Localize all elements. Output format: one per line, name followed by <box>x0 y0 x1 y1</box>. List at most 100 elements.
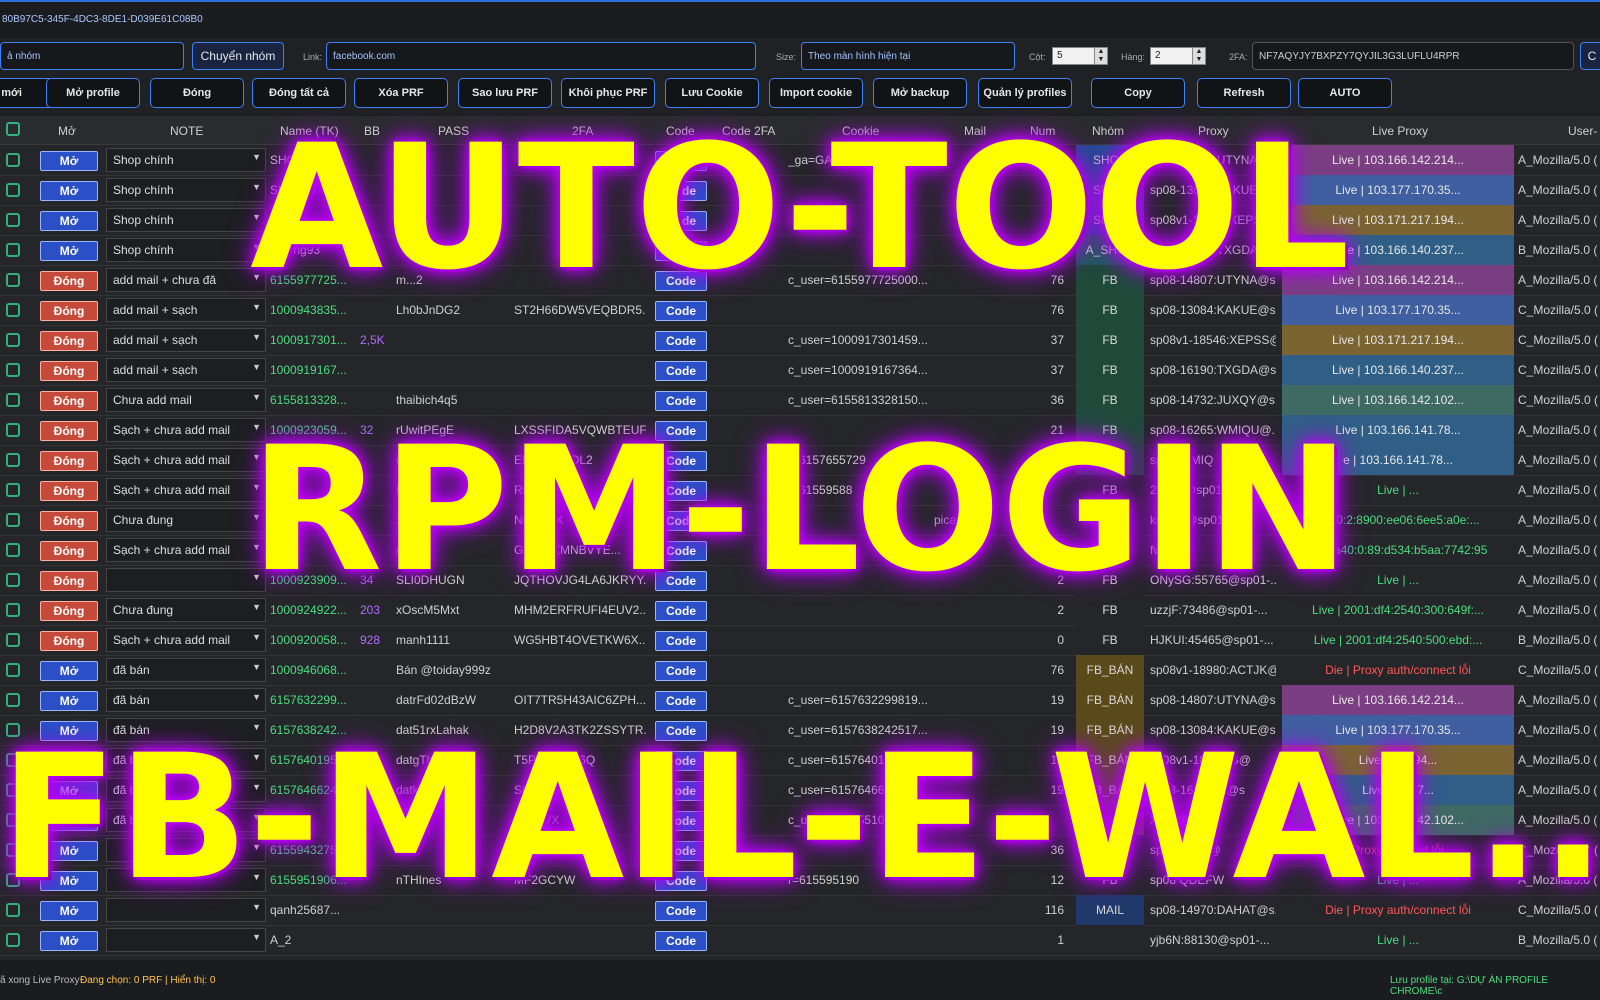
row-checkbox[interactable] <box>6 393 20 407</box>
row-checkbox[interactable] <box>6 663 20 677</box>
note-dropdown[interactable]: đã bán ▼ <box>106 658 266 682</box>
note-dropdown[interactable]: add mail + sạch ▼ <box>106 328 266 352</box>
cell-nhom: FB <box>1076 355 1144 385</box>
cell-num: 1 <box>1057 933 1064 947</box>
row-checkbox[interactable] <box>6 303 20 317</box>
cell-proxy: sp08-16190:TXGDA@s... <box>1150 363 1276 377</box>
cell-num: 76 <box>1050 663 1064 677</box>
toolbar-button[interactable]: Import cookie <box>769 78 863 108</box>
cell-pass: datrFd02dBzW <box>396 693 477 707</box>
table-row[interactable]: Mở ▼ A_2 Code 1 yjb6N:88130@sp01-... Live | ..… <box>0 925 1600 956</box>
close-profile-button[interactable]: Đóng <box>40 361 98 381</box>
window-id: 80B97C5-345F-4DC3-8DE1-D039E61C08B0 <box>2 14 203 25</box>
cell-cookie: c_user=6157632299819... <box>788 693 928 707</box>
get-code-button[interactable]: Code <box>655 391 707 411</box>
close-profile-button[interactable]: Đóng <box>40 601 98 621</box>
open-profile-button[interactable]: Mở <box>40 931 98 951</box>
stepper-arrows-icon[interactable]: ▲ ▼ <box>1094 48 1107 64</box>
table-row[interactable]: Đóng add mail + sạch ▼ 1000919167... Code c_u… <box>0 355 1600 386</box>
cell-user-agent: C_Mozilla/5.0 ( <box>1518 663 1599 677</box>
table-row[interactable]: Đóng Sạch + chưa add mail ▼ 1000920058... 92… <box>0 625 1600 656</box>
toolbar-button[interactable]: Mở profile <box>46 78 140 108</box>
toolbar-button[interactable]: Lưu Cookie <box>665 78 759 108</box>
toolbar-button[interactable]: Đóng tất cả <box>252 78 346 108</box>
overlay-line-3: FB-MAIL-E-WAL.. <box>0 717 1600 918</box>
rows-stepper[interactable]: 2 ▲ ▼ <box>1150 47 1206 65</box>
dropdown-arrow-icon: ▼ <box>252 392 261 402</box>
close-profile-button[interactable]: Đóng <box>40 391 98 411</box>
row-checkbox[interactable] <box>6 633 20 647</box>
cell-name: 1000920058... <box>270 633 346 647</box>
table-row[interactable]: Mở đã bán ▼ 6157632299... datrFd02dBzW OIT7TR… <box>0 685 1600 716</box>
twofa-input[interactable]: NF7AQYJY7BXPZY7QYJIL3G3LUFLU4RPR <box>1252 42 1574 70</box>
overlay-line-2: RPM-LOGIN <box>250 409 1350 610</box>
close-profile-button[interactable]: Đóng <box>40 301 98 321</box>
dropdown-arrow-icon: ▼ <box>252 362 261 372</box>
table-row[interactable]: Mở đã bán ▼ 1000946068... Bán @toiday999z Cod… <box>0 655 1600 686</box>
rows-value: 2 <box>1155 50 1161 61</box>
link-input[interactable]: facebook.com <box>326 42 756 70</box>
get-code-button[interactable]: Code <box>655 661 707 681</box>
note-dropdown[interactable]: Chưa đung ▼ <box>106 598 266 622</box>
toolbar-button[interactable]: Mở backup <box>873 78 967 108</box>
cell-cookie: c_user=1000917301459... <box>788 333 928 347</box>
toolbar-button[interactable]: Sao lưu PRF <box>458 78 552 108</box>
title-bar: 80B97C5-345F-4DC3-8DE1-D039E61C08B0 <box>0 0 1600 38</box>
get-code-button[interactable]: Code <box>655 691 707 711</box>
get-code-button[interactable]: Code <box>655 331 707 351</box>
note-dropdown[interactable]: Sạch + chưa add mail ▼ <box>106 628 266 652</box>
cell-proxy: yjb6N:88130@sp01-... <box>1150 933 1270 947</box>
get-code-button[interactable]: Code <box>655 361 707 381</box>
cell-bb: 2,5K <box>360 333 385 347</box>
cell-live-proxy: Die | Proxy auth/connect lỗi <box>1325 663 1471 677</box>
toolbar-button[interactable]: Quản lý profiles <box>978 78 1072 108</box>
toolbar-button[interactable]: Copy <box>1091 78 1185 108</box>
size-input[interactable]: Theo màn hình hiện tại <box>801 42 1015 70</box>
stepper-arrows-icon[interactable]: ▲ ▼ <box>1192 48 1205 64</box>
row-checkbox[interactable] <box>6 693 20 707</box>
cell-name: 6157632299... <box>270 693 346 707</box>
get-code-button[interactable]: Code <box>655 631 707 651</box>
cell-nhom: FB <box>1076 625 1144 655</box>
group-input[interactable]: ả nhóm <box>0 42 184 70</box>
toolbar-button[interactable]: Xóa PRF <box>354 78 448 108</box>
toolbar-button[interactable]: Khôi phục PRF <box>561 78 655 108</box>
cell-name: 1000917301... <box>270 333 346 347</box>
cell-cookie: c_user=1000919167364... <box>788 363 928 377</box>
note-value: Chưa đung <box>113 603 174 617</box>
cell-user-agent: B_Mozilla/5.0 ( <box>1518 933 1598 947</box>
status-selected: Đang chọn: 0 PRF | Hiển thị: 0 <box>80 975 216 986</box>
note-dropdown[interactable]: Chưa add mail ▼ <box>106 388 266 412</box>
switch-group-button[interactable]: Chuyển nhóm <box>192 42 284 70</box>
row-checkbox[interactable] <box>6 603 20 617</box>
note-dropdown[interactable]: add mail + sạch ▼ <box>106 298 266 322</box>
note-value: Chưa add mail <box>113 393 192 407</box>
note-value: đã bán <box>113 663 150 677</box>
close-profile-button[interactable]: Đóng <box>40 331 98 351</box>
cell-user-agent: A_Mozilla/5.0 ( <box>1518 693 1598 707</box>
cell-pass: Bán @toiday999z <box>396 663 491 677</box>
row-checkbox[interactable] <box>6 933 20 947</box>
cell-live-proxy: Live | ... <box>1377 933 1419 947</box>
row-checkbox[interactable] <box>6 333 20 347</box>
toolbar-button[interactable]: Refresh <box>1197 78 1291 108</box>
get-code-button[interactable]: Code <box>655 931 707 951</box>
open-profile-button[interactable]: Mở <box>40 691 98 711</box>
note-dropdown[interactable]: đã bán ▼ <box>106 688 266 712</box>
cell-user-agent: C_Mozilla/5.0 ( <box>1518 363 1599 377</box>
open-profile-button[interactable]: Mở <box>40 661 98 681</box>
close-profile-button[interactable]: Đóng <box>40 631 98 651</box>
note-value: add mail + sạch <box>113 363 198 377</box>
toolbar-button[interactable]: AUTO <box>1298 78 1392 108</box>
note-dropdown[interactable]: ▼ <box>106 928 266 952</box>
cell-num: 36 <box>1050 393 1064 407</box>
dropdown-arrow-icon: ▼ <box>252 632 261 642</box>
toolbar-button[interactable]: Đóng <box>150 78 244 108</box>
note-dropdown[interactable]: add mail + sạch ▼ <box>106 358 266 382</box>
row-checkbox[interactable] <box>6 363 20 377</box>
cell-num: 37 <box>1050 333 1064 347</box>
table-row[interactable]: Đóng add mail + sạch ▼ 1000917301... 2,5K Cod… <box>0 325 1600 356</box>
right-edge-button[interactable]: C <box>1580 42 1600 70</box>
cols-stepper[interactable]: 5 ▲ ▼ <box>1052 47 1108 65</box>
cell-cookie: c_user=6155813328150... <box>788 393 928 407</box>
